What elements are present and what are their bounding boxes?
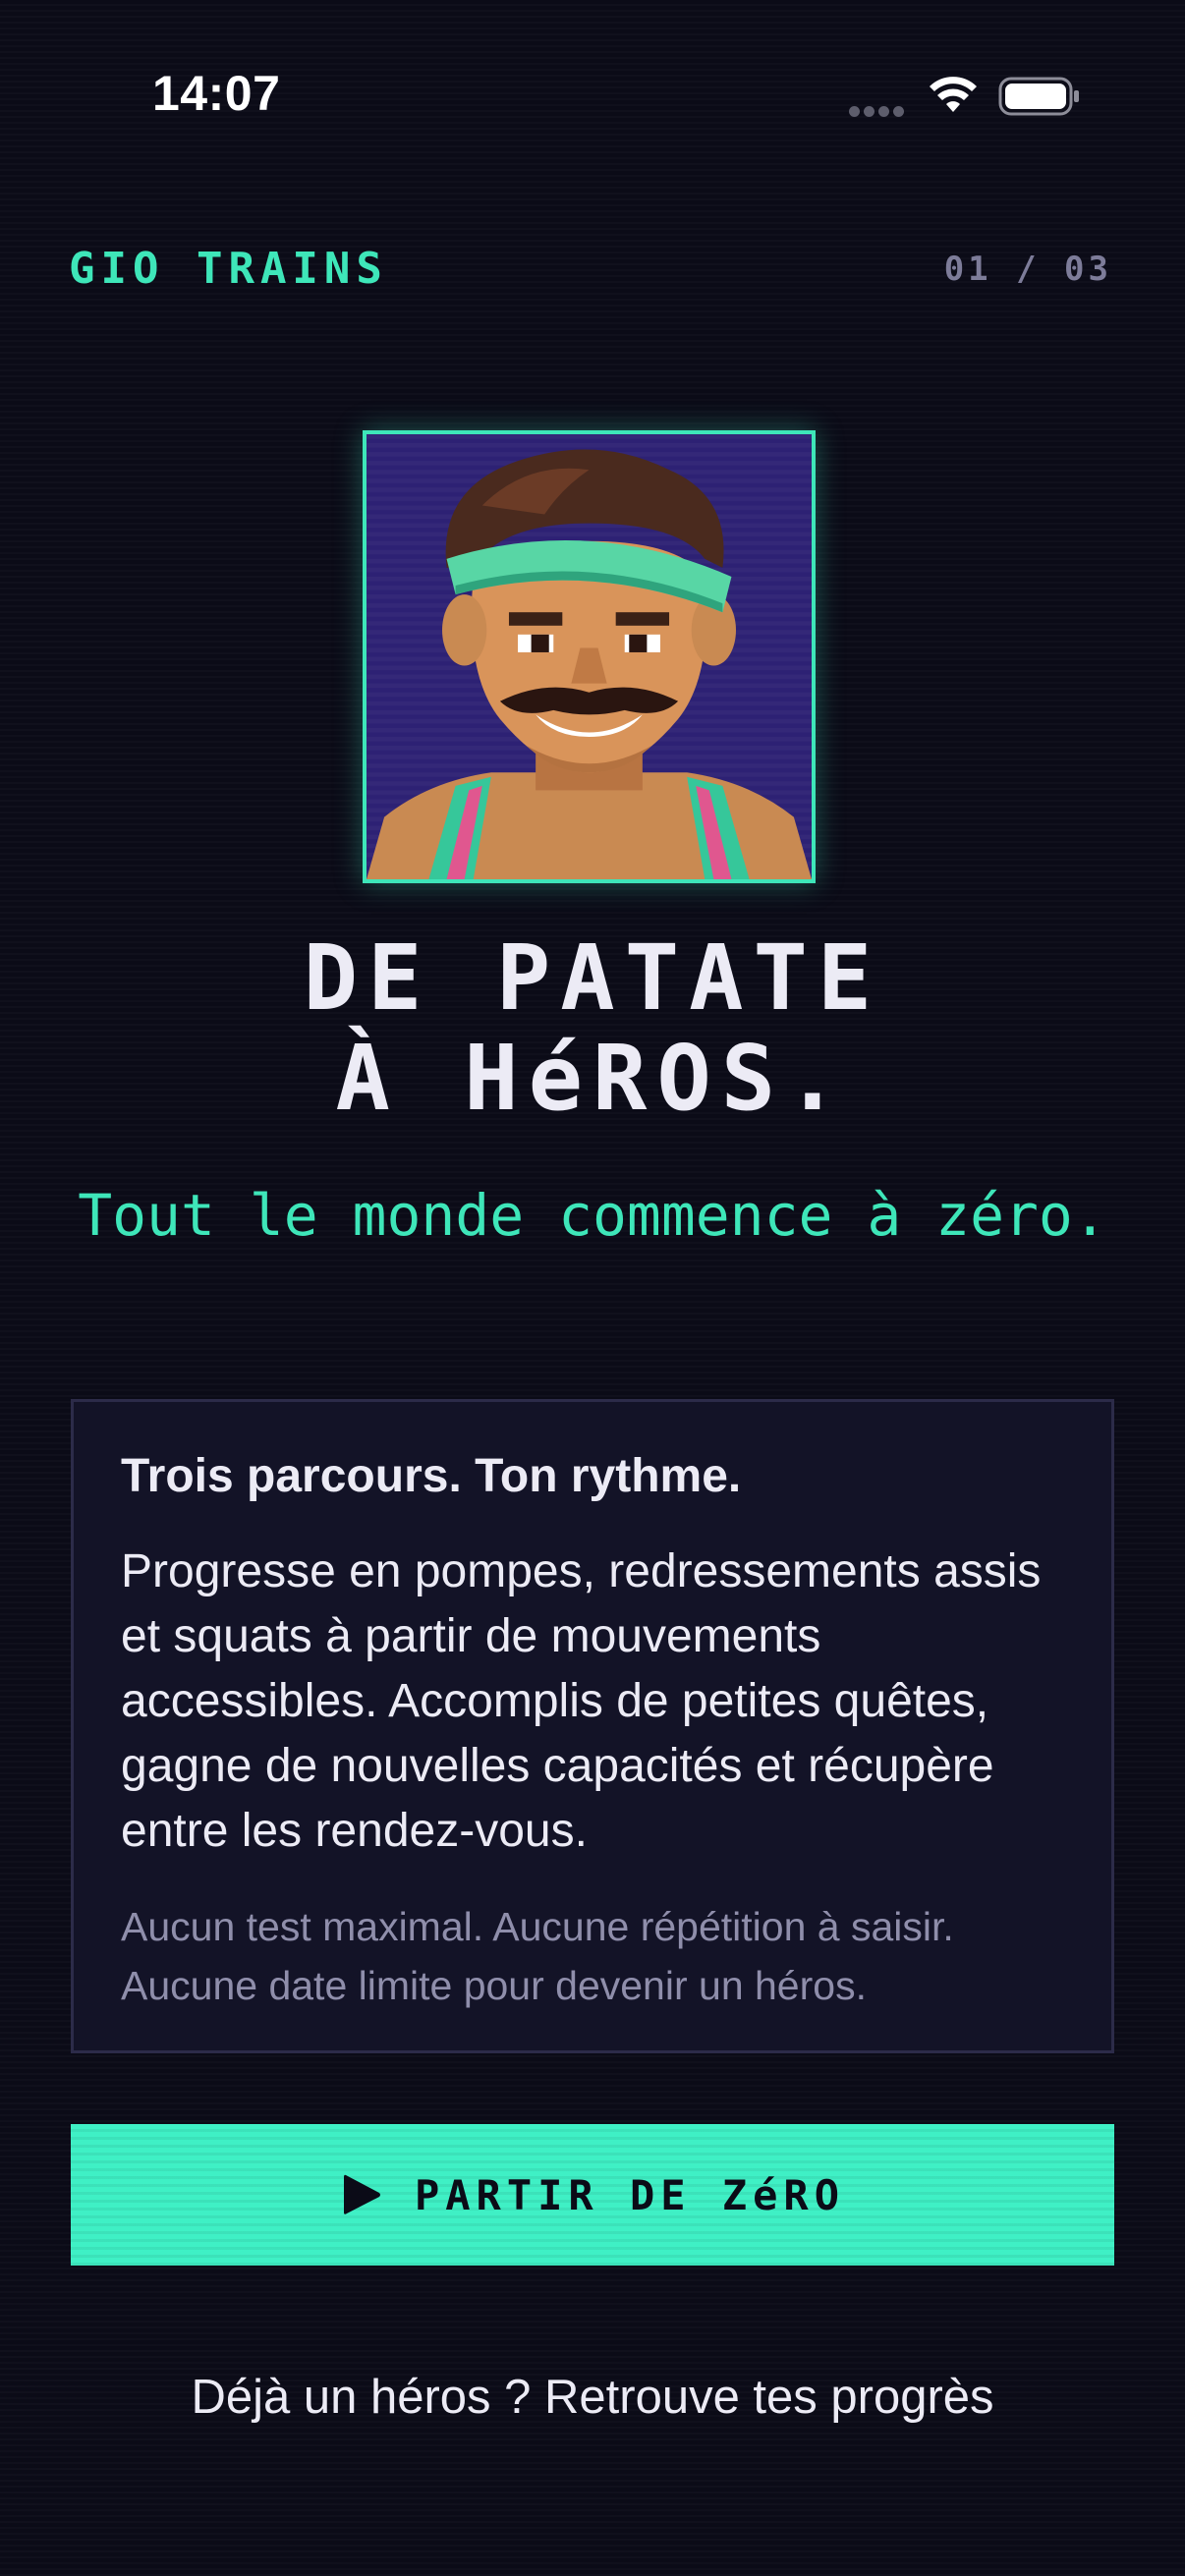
hero-title: DE PATATE À HéROS. — [0, 928, 1185, 1129]
card-body: Progresse en pompes, redressements assis… — [121, 1545, 1042, 1857]
tagline: Tout le monde commence à zéro. — [78, 1182, 1107, 1249]
hero-portrait-illustration — [367, 434, 812, 879]
battery-icon — [998, 77, 1079, 116]
onboarding-screen: 14:07 GIO TRAINS 01 / 03 DE PATATE À HéR… — [0, 0, 1185, 2576]
brand-logo-text: GIO TRAINS — [69, 244, 388, 294]
play-icon — [343, 2174, 380, 2214]
status-time: 14:07 — [152, 66, 281, 121]
restore-progress-link[interactable]: Déjà un héros ? Retrouve tes progrès — [0, 2370, 1185, 2425]
info-card: Trois parcours. Ton rythme. Progresse en… — [71, 1399, 1114, 2053]
hero-title-line-1: DE PATATE — [303, 925, 882, 1031]
wifi-icon — [930, 77, 977, 112]
start-button-label: PARTIR DE ZéRO — [414, 2170, 845, 2219]
hero-portrait — [363, 430, 816, 883]
cellular-signal-icon — [849, 102, 908, 121]
card-heading: Trois parcours. Ton rythme. — [121, 1450, 742, 1502]
start-button[interactable]: PARTIR DE ZéRO — [71, 2124, 1114, 2266]
page-counter: 01 / 03 — [943, 250, 1112, 289]
hero-title-line-2: À HéROS. — [335, 1026, 850, 1131]
card-note: Aucun test maximal. Aucune répétition à … — [121, 1904, 954, 2008]
